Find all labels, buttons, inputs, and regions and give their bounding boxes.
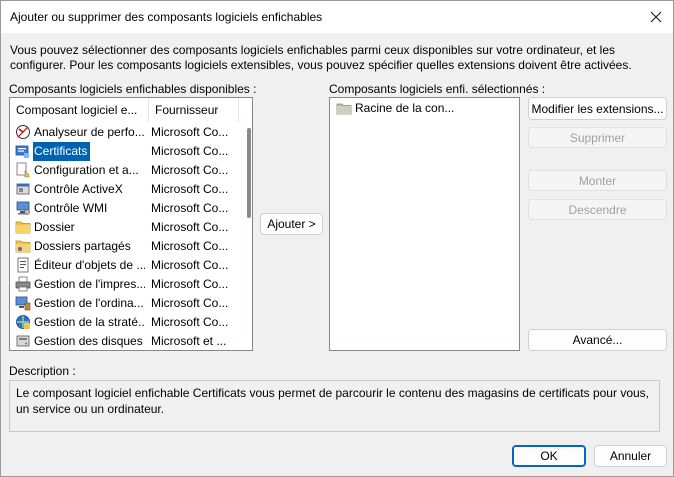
- move-up-button[interactable]: Monter: [528, 170, 667, 191]
- snapin-name: Gestion de l'impres...: [34, 277, 145, 291]
- scrollbar-thumb[interactable]: [247, 128, 251, 218]
- column-header-snapin[interactable]: Composant logiciel e...: [10, 98, 149, 122]
- gpo-editor-icon: [15, 257, 31, 273]
- advanced-button[interactable]: Avancé...: [528, 329, 667, 351]
- column-header-vendor[interactable]: Fournisseur: [149, 98, 239, 122]
- available-snapins-label: Composants logiciels enfichables disponi…: [9, 82, 257, 96]
- snapin-name: Configuration et a...: [34, 163, 139, 177]
- snapin-name: Gestion des disques: [34, 334, 143, 348]
- snapin-name: Contrôle ActiveX: [34, 182, 123, 196]
- snapin-name: Dossiers partagés: [34, 239, 131, 253]
- selected-snapins-tree[interactable]: Racine de la con...: [329, 97, 520, 351]
- snapin-name: Contrôle WMI: [34, 201, 108, 215]
- add-button[interactable]: Ajouter >: [260, 213, 323, 235]
- snapin-vendor: Microsoft Co...: [151, 296, 229, 310]
- snapin-vendor: Microsoft Co...: [151, 125, 229, 139]
- snapin-row[interactable]: Contrôle WMI Microsoft Co...: [10, 199, 238, 218]
- console-root-folder-icon: [336, 100, 352, 116]
- snapin-row[interactable]: Configuration et a... Microsoft Co...: [10, 161, 238, 180]
- snapin-vendor: Microsoft Co...: [151, 144, 229, 158]
- snapin-vendor: Microsoft Co...: [151, 258, 229, 272]
- snapin-vendor: Microsoft Co...: [151, 315, 229, 329]
- snapin-vendor: Microsoft et ...: [151, 334, 227, 348]
- disk-management-icon: [15, 333, 31, 349]
- activex-icon: [15, 181, 31, 197]
- remove-button[interactable]: Supprimer: [528, 127, 667, 148]
- snapin-vendor: Microsoft Co...: [151, 239, 229, 253]
- policy-management-icon: [15, 314, 31, 330]
- snapin-row[interactable]: Analyseur de perfo... Microsoft Co...: [10, 123, 238, 142]
- snapin-vendor: Microsoft Co...: [151, 201, 229, 215]
- snapin-row[interactable]: Certificats Microsoft Co...: [10, 142, 238, 161]
- ok-button[interactable]: OK: [512, 445, 586, 467]
- snapin-name: Analyseur de perfo...: [34, 125, 145, 139]
- snapin-row[interactable]: Contrôle ActiveX Microsoft Co...: [10, 180, 238, 199]
- snapin-name: Gestion de la straté...: [34, 315, 145, 329]
- print-management-icon: [15, 276, 31, 292]
- snapin-vendor: Microsoft Co...: [151, 220, 229, 234]
- snapin-name: Certificats: [33, 142, 90, 161]
- snapin-row[interactable]: Dossier Microsoft Co...: [10, 218, 238, 237]
- snapin-row[interactable]: Dossiers partagés Microsoft Co...: [10, 237, 238, 256]
- snapin-name: Gestion de l'ordina...: [34, 296, 144, 310]
- snapin-vendor: Microsoft Co...: [151, 182, 229, 196]
- snapin-row[interactable]: Gestion de l'impres... Microsoft Co...: [10, 275, 238, 294]
- close-icon: [650, 11, 662, 23]
- perf-analyzer-icon: [15, 124, 31, 140]
- wmi-icon: [15, 200, 31, 216]
- edit-extensions-button[interactable]: Modifier les extensions...: [528, 97, 667, 120]
- snapin-name: Éditeur d'objets de ...: [34, 258, 145, 272]
- available-snapins-list[interactable]: Composant logiciel e... Fournisseur Anal…: [9, 97, 253, 351]
- move-down-button[interactable]: Descendre: [528, 199, 667, 220]
- title-bar: Ajouter ou supprimer des composants logi…: [1, 1, 673, 33]
- selected-snapins-label: Composants logiciels enfi. sélectionnés …: [329, 82, 546, 96]
- snapin-row[interactable]: Gestion de la straté... Microsoft Co...: [10, 313, 238, 332]
- snapin-row[interactable]: Éditeur d'objets de ... Microsoft Co...: [10, 256, 238, 275]
- window-title: Ajouter ou supprimer des composants logi…: [10, 10, 323, 24]
- description-text: Le composant logiciel enfichable Certifi…: [9, 380, 660, 432]
- snapin-vendor: Microsoft Co...: [151, 163, 229, 177]
- add-remove-snapins-dialog: Ajouter ou supprimer des composants logi…: [0, 0, 674, 477]
- close-button[interactable]: [639, 1, 673, 32]
- snapin-row[interactable]: Gestion de l'ordina... Microsoft Co...: [10, 294, 238, 313]
- folder-icon: [15, 219, 31, 235]
- vertical-scrollbar[interactable]: [239, 98, 252, 346]
- certificates-icon: [15, 143, 31, 159]
- computer-management-icon: [15, 295, 31, 311]
- description-label: Description :: [9, 364, 76, 378]
- tree-item-console-root[interactable]: Racine de la con...: [330, 99, 519, 118]
- config-analysis-icon: [15, 162, 31, 178]
- snapin-vendor: Microsoft Co...: [151, 277, 229, 291]
- snapin-name: Dossier: [34, 220, 75, 234]
- intro-text: Vous pouvez sélectionner des composants …: [10, 43, 632, 72]
- tree-item-label: Racine de la con...: [355, 101, 455, 115]
- snapin-row[interactable]: Gestion des disques Microsoft et ...: [10, 332, 238, 350]
- cancel-button[interactable]: Annuler: [594, 445, 667, 467]
- shared-folders-icon: [15, 238, 31, 254]
